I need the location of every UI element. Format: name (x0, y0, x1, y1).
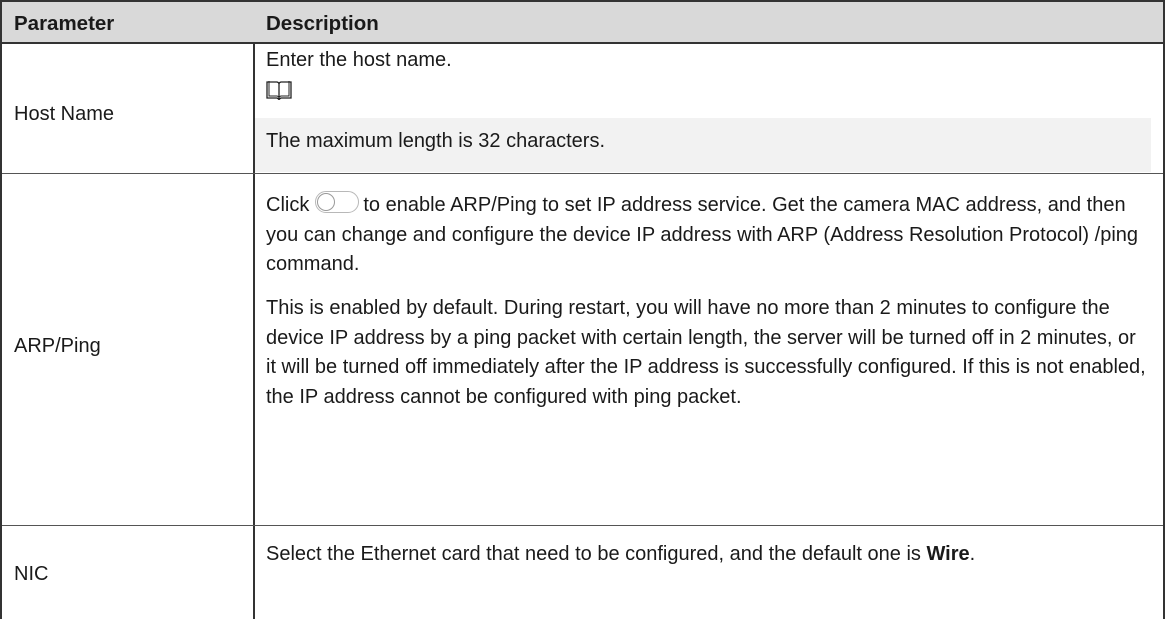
parameter-table: Parameter Description Host Name Enter th… (0, 0, 1165, 619)
desc-nic-text: Select the Ethernet card that need to be… (266, 543, 921, 565)
desc-nic: Select the Ethernet card that need to be… (266, 540, 1149, 570)
table-row-arp-ping: ARP/Ping Click to enable ARP/Ping to set … (2, 174, 1163, 526)
table-row-nic: NIC Select the Ethernet card that need t… (2, 526, 1163, 619)
book-icon (266, 80, 292, 101)
para1-before-icon: Click (266, 194, 310, 216)
desc-arp-ping-para1: Click to enable ARP/Ping to set IP addres… (266, 191, 1149, 280)
toggle-knob (317, 193, 336, 211)
desc-nic-bold: Wire (926, 543, 970, 565)
param-arp-ping: ARP/Ping (14, 335, 101, 357)
note-text: The maximum length is 32 characters. (266, 130, 606, 152)
toggle-switch-icon (315, 191, 360, 213)
para1-after-icon: to enable ARP/Ping to set IP address ser… (266, 194, 1139, 275)
desc-nic-end: . (969, 543, 976, 565)
table-row-host-name: Host Name Enter the host name. The maxim… (2, 44, 1163, 174)
param-host-name: Host Name (14, 103, 115, 125)
table-header-row: Parameter Description (2, 0, 1163, 44)
header-parameter: Parameter (14, 12, 115, 35)
desc-host-name: Enter the host name. (266, 49, 452, 71)
header-description: Description (266, 12, 379, 35)
desc-arp-ping-para2: This is enabled by default. During resta… (266, 297, 1146, 408)
param-nic: NIC (14, 563, 49, 585)
note-box: The maximum length is 32 characters. (255, 118, 1151, 172)
